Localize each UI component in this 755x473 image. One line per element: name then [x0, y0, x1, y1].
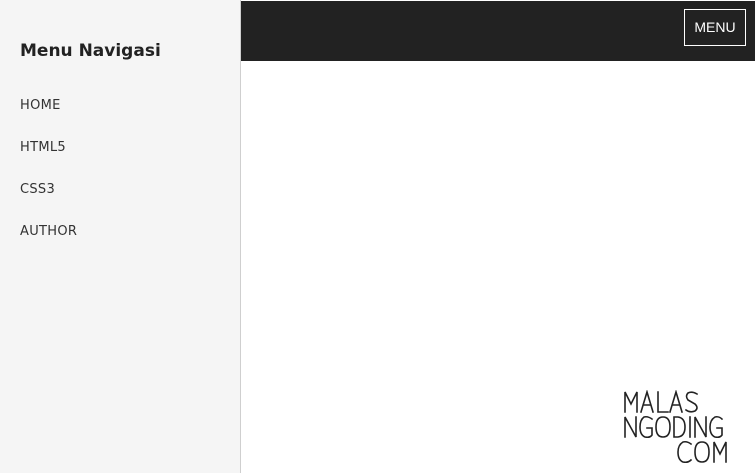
nav-link-css3[interactable]: CSS3 [0, 176, 240, 218]
nav-list-item: HTML5 [0, 134, 240, 176]
logo-line-malas [624, 390, 699, 413]
nav-list-item: AUTHOR [0, 218, 240, 260]
nav-list: HOME HTML5 CSS3 AUTHOR [0, 92, 240, 260]
menu-button[interactable]: MENU [684, 9, 746, 46]
nav-link-author[interactable]: AUTHOR [0, 218, 240, 260]
nav-list-item: HOME [0, 92, 240, 134]
malas-ngoding-logo [624, 390, 727, 464]
nav-link-home[interactable]: HOME [0, 92, 240, 134]
logo-line-com [677, 440, 727, 464]
logo-line-ngoding [624, 415, 724, 439]
nav-list-item: CSS3 [0, 176, 240, 218]
sidebar-title: Menu Navigasi [20, 41, 161, 61]
page: NG MENU Menu Navigasi HOME HTML5 CSS3 AU… [0, 0, 755, 473]
sidebar-navigation: Menu Navigasi HOME HTML5 CSS3 AUTHOR [0, 0, 241, 473]
nav-link-html5[interactable]: HTML5 [0, 134, 240, 176]
